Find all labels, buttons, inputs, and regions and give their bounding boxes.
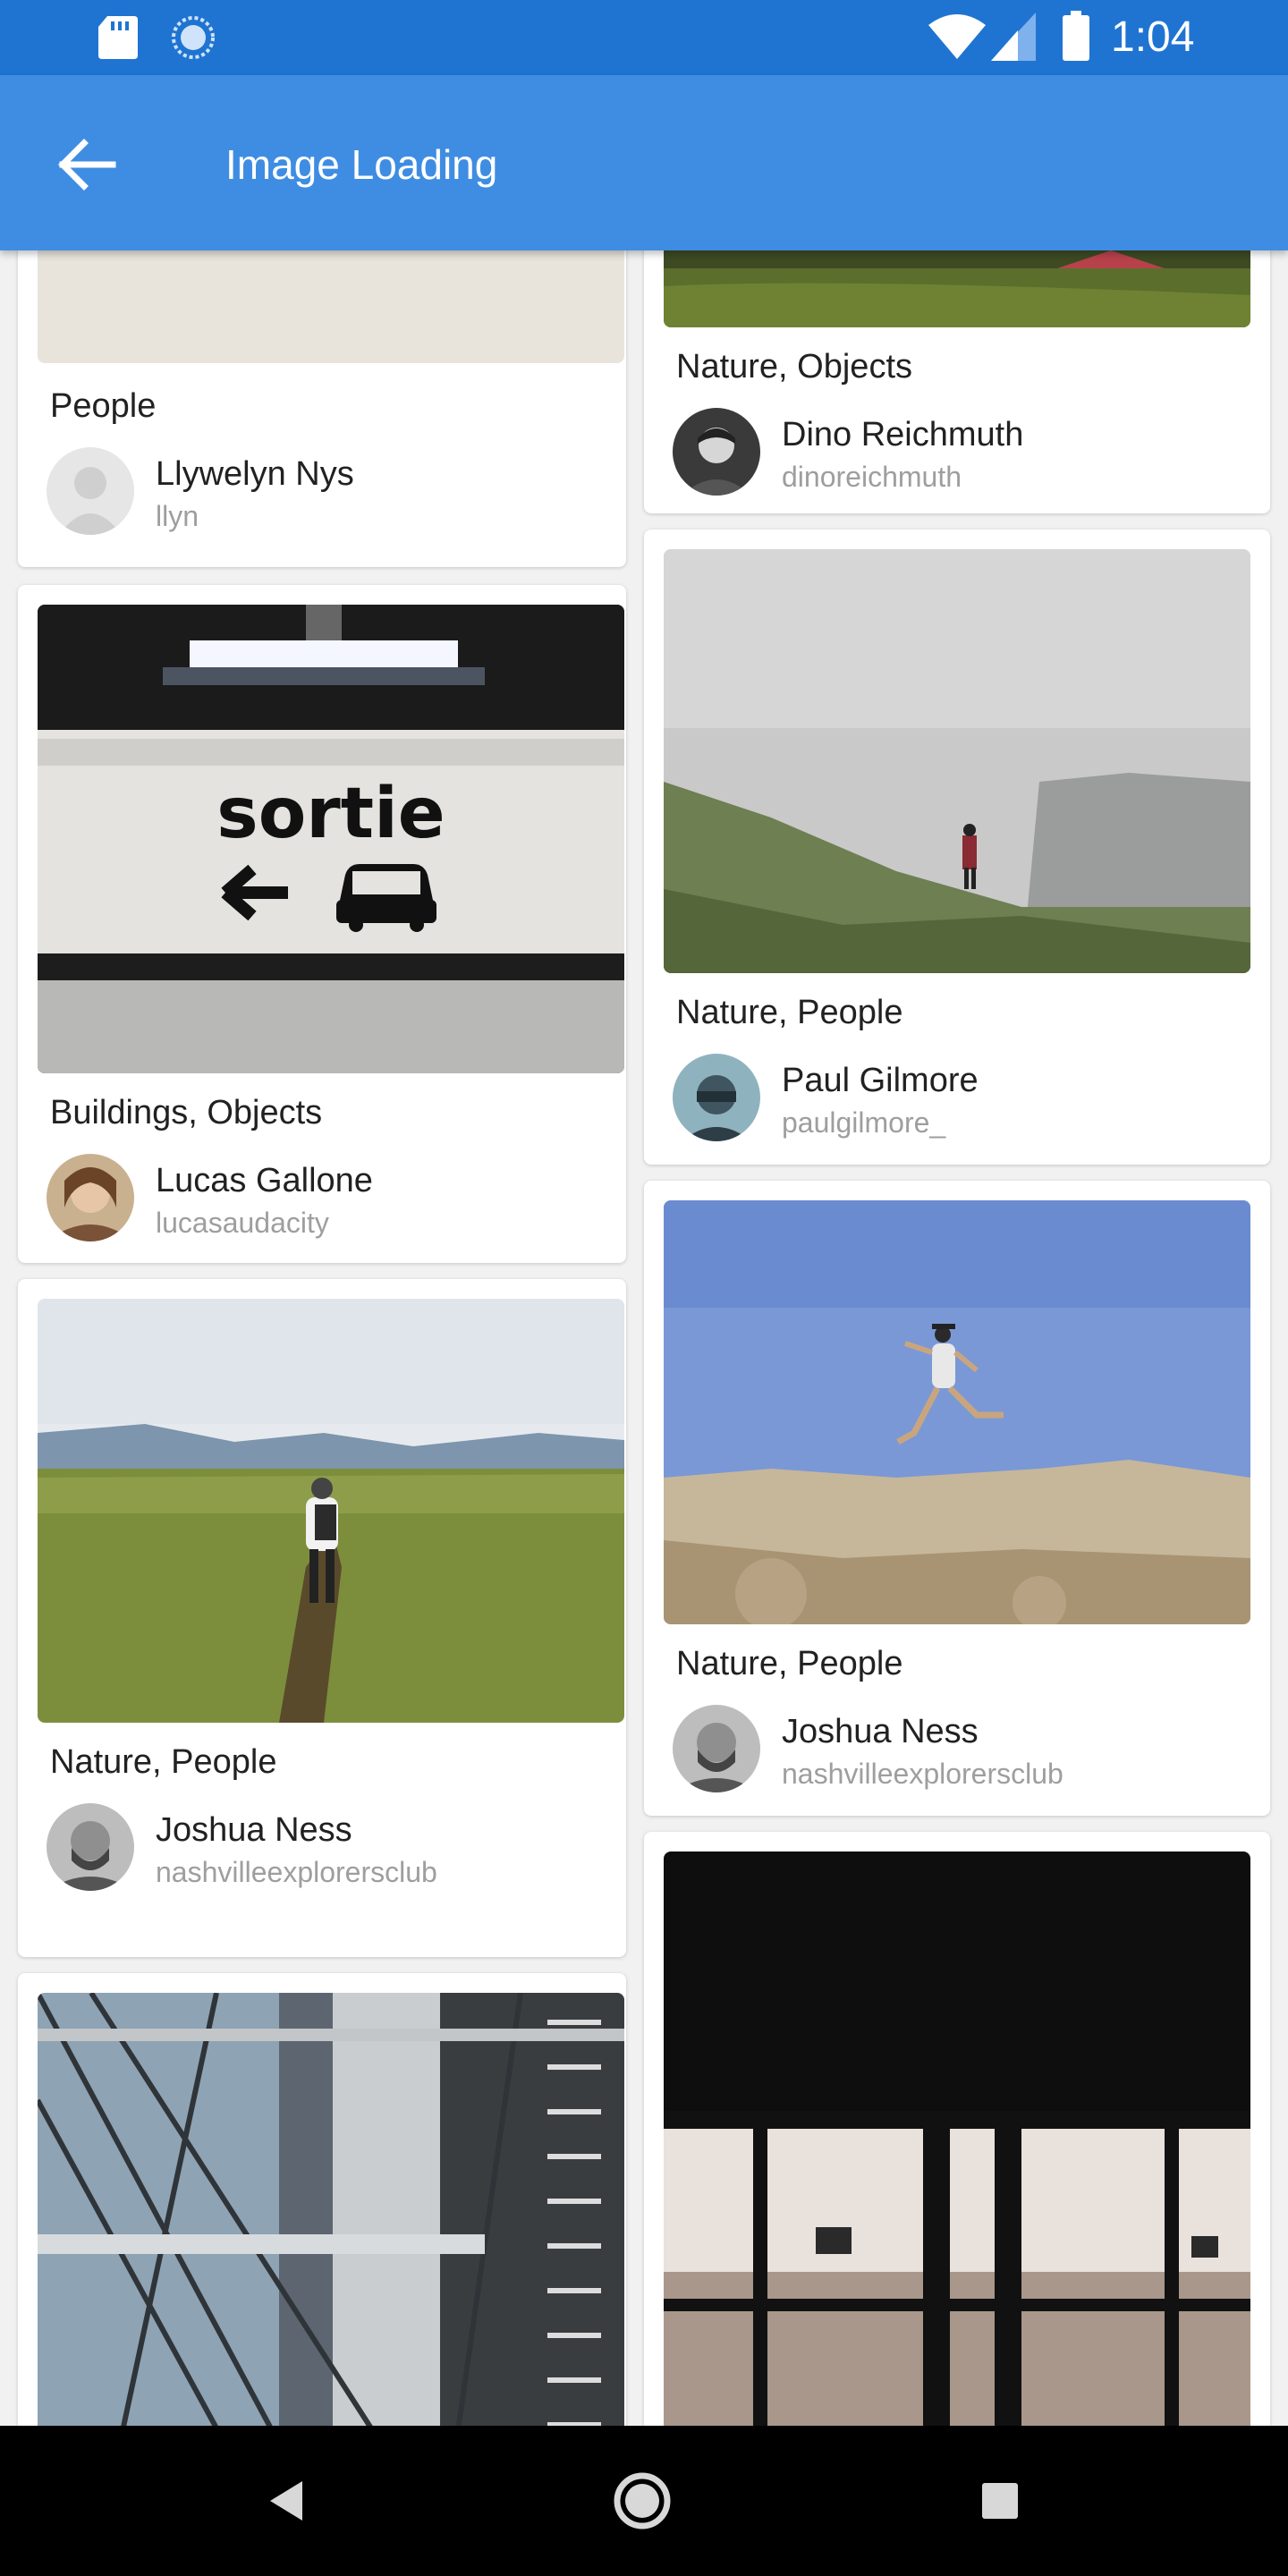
- author-handle: paulgilmore_: [782, 1106, 946, 1139]
- avatar[interactable]: [673, 408, 760, 496]
- page-title: Image Loading: [225, 141, 498, 188]
- home-nav-icon: [614, 2472, 671, 2529]
- nav-back-button[interactable]: [250, 2465, 322, 2537]
- cell-signal-icon: [991, 13, 1036, 61]
- photo[interactable]: [664, 549, 1250, 973]
- author-name: Llywelyn Nys: [156, 455, 354, 493]
- photo-category: Nature, People: [676, 994, 903, 1031]
- author-handle: nashvilleexplorersclub: [156, 1856, 437, 1888]
- battery-icon: [1063, 11, 1089, 61]
- back-nav-icon: [270, 2481, 302, 2521]
- author-handle: nashvilleexplorersclub: [782, 1758, 1063, 1790]
- author-name: Paul Gilmore: [782, 1062, 979, 1099]
- photo-card[interactable]: [18, 1973, 626, 2426]
- sync-icon: [170, 14, 216, 61]
- system-nav-bar: [0, 2426, 1288, 2576]
- status-bar: 1:04: [0, 0, 1288, 75]
- author-name: Dino Reichmuth: [782, 416, 1024, 453]
- photo[interactable]: [664, 250, 1250, 327]
- sd-card-icon: [98, 16, 138, 59]
- sortie-sign-text: sortie: [216, 774, 445, 854]
- photo[interactable]: [664, 1200, 1250, 1624]
- author-name: Joshua Ness: [782, 1713, 979, 1750]
- photo-card[interactable]: People Llywelyn Nys llyn: [18, 250, 626, 567]
- author-name: Lucas Gallone: [156, 1162, 373, 1199]
- photo-card[interactable]: sortie Buildings, Objects Lucas Gallone …: [18, 585, 626, 1263]
- recents-nav-icon: [982, 2483, 1018, 2519]
- photo-category: Nature, People: [50, 1743, 277, 1781]
- photo-category: Nature, Objects: [676, 348, 912, 386]
- photo-card[interactable]: Nature, People Joshua Ness nashvilleexpl…: [18, 1279, 626, 1957]
- photo[interactable]: [38, 1993, 624, 2426]
- photo-category: Buildings, Objects: [50, 1094, 323, 1131]
- avatar[interactable]: [673, 1705, 760, 1792]
- photo[interactable]: sortie: [38, 605, 624, 1073]
- nav-recents-button[interactable]: [964, 2465, 1036, 2537]
- author-handle: llyn: [156, 500, 199, 532]
- photo-category: People: [50, 387, 157, 425]
- nav-home-button[interactable]: [606, 2465, 678, 2537]
- arrow-back-icon: [58, 139, 116, 191]
- photo-card[interactable]: Nature, People Paul Gilmore paulgilmore_: [644, 530, 1270, 1165]
- photo-card[interactable]: Nature, People Joshua Ness nashvilleexpl…: [644, 1181, 1270, 1816]
- image-feed[interactable]: People Llywelyn Nys llyn sortie Building…: [0, 250, 1288, 2426]
- status-clock: 1:04: [1111, 13, 1195, 61]
- avatar[interactable]: [673, 1054, 760, 1141]
- avatar[interactable]: [47, 447, 134, 535]
- wifi-icon: [928, 14, 986, 59]
- photo-category: Nature, People: [676, 1645, 903, 1682]
- photo[interactable]: [38, 1299, 624, 1723]
- author-name: Joshua Ness: [156, 1811, 352, 1849]
- author-handle: dinoreichmuth: [782, 461, 962, 493]
- avatar[interactable]: [47, 1154, 134, 1241]
- back-button[interactable]: [50, 127, 125, 202]
- photo-card[interactable]: [644, 1832, 1270, 2426]
- photo[interactable]: [664, 1852, 1250, 2426]
- photo[interactable]: [38, 250, 624, 363]
- avatar[interactable]: [47, 1803, 134, 1891]
- author-handle: lucasaudacity: [156, 1207, 329, 1239]
- app-bar: Image Loading: [0, 75, 1288, 250]
- photo-card[interactable]: Nature, Objects Dino Reichmuth dinoreich…: [644, 250, 1270, 513]
